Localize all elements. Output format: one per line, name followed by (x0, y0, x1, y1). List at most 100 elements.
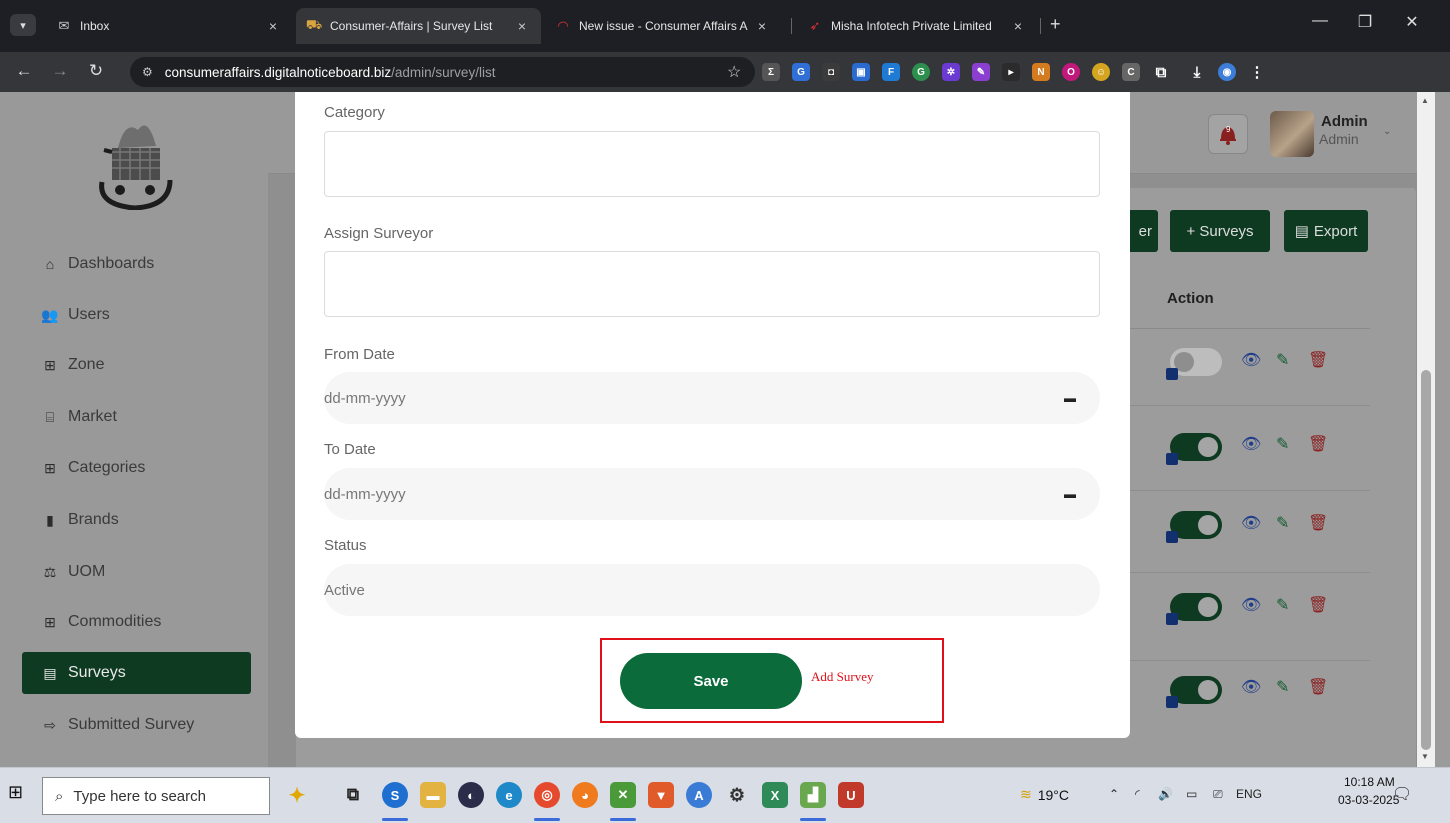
notification-bell-button[interactable]: 9 (1208, 114, 1248, 154)
sidebar-item-uom[interactable]: ⚖ UOM (40, 551, 250, 593)
chevron-down-icon[interactable]: ⌄ (1383, 126, 1391, 137)
sidebar-item-dashboards[interactable]: ⌂ Dashboards (40, 243, 250, 285)
notification-center-icon[interactable]: 🗨 (1392, 784, 1414, 806)
copy-square-icon[interactable] (1166, 613, 1178, 625)
avatar[interactable] (1270, 111, 1314, 157)
settings-gear-icon[interactable]: ⚙ (724, 782, 750, 808)
tab-close-icon[interactable]: × (753, 18, 771, 34)
chrome-icon[interactable]: ◎ (534, 782, 560, 808)
delete-trash-icon[interactable]: 🗑 (1308, 434, 1328, 454)
sidebar-item-commodities[interactable]: ⊞ Commodities (40, 601, 250, 643)
sidebar-item-submitted-survey[interactable]: ⇨ Submitted Survey (40, 704, 250, 746)
edit-pencil-icon[interactable]: ✎ (1276, 677, 1289, 697)
copy-square-icon[interactable] (1166, 453, 1178, 465)
profile-avatar-icon[interactable]: ◉ (1218, 63, 1236, 81)
site-settings-icon[interactable]: ⚙ (142, 65, 153, 79)
tab-survey-list[interactable]: ⛟ Consumer-Affairs | Survey List × (296, 8, 541, 44)
edge-icon[interactable]: e (496, 782, 522, 808)
view-eye-icon[interactable]: 👁 (1241, 434, 1261, 454)
status-toggle[interactable] (1166, 593, 1222, 625)
copy-square-icon[interactable] (1166, 368, 1178, 380)
file-explorer-icon[interactable]: ▬ (420, 782, 446, 808)
view-eye-icon[interactable]: 👁 (1241, 513, 1261, 533)
window-close-icon[interactable]: ✕ (1392, 12, 1432, 32)
calendar-icon[interactable]: ▬ (1064, 487, 1076, 501)
clock-time[interactable]: 10:18 AM (1344, 775, 1395, 789)
page-scrollbar[interactable]: ▲ ▼ (1417, 92, 1435, 767)
status-select[interactable]: Active (324, 564, 1100, 616)
sidebar-item-brands[interactable]: ▮ Brands (40, 499, 250, 541)
form-filler-extension-icon[interactable]: F (882, 63, 900, 81)
tab-search-chevron-icon[interactable]: ▾ (10, 14, 36, 36)
new-tab-plus-icon[interactable]: + (1050, 14, 1061, 35)
new-badge-extension-icon[interactable]: N (1032, 63, 1050, 81)
calendar-icon[interactable]: ▬ (1064, 391, 1076, 405)
screen-capture-extension-icon[interactable]: ◘ (822, 63, 840, 81)
view-eye-icon[interactable]: 👁 (1241, 677, 1261, 697)
chart-app-icon[interactable]: ▟ (800, 782, 826, 808)
excel-icon[interactable]: X (762, 782, 788, 808)
copy-square-icon[interactable] (1166, 696, 1178, 708)
grammar-extension-icon[interactable]: G (912, 63, 930, 81)
scrollbar-thumb[interactable] (1421, 370, 1431, 750)
gear-extension-icon[interactable]: ✲ (942, 63, 960, 81)
reload-icon[interactable]: ↻ (84, 61, 108, 81)
url-field[interactable]: ⚙ consumeraffairs.digitalnoticeboard.biz… (130, 57, 755, 87)
tab-inbox[interactable]: ✉ Inbox × (46, 8, 292, 44)
sidebar-item-categories[interactable]: ⊞ Categories (40, 447, 250, 489)
scroll-up-arrow-icon[interactable]: ▲ (1421, 96, 1429, 105)
crx-extension-icon[interactable]: C (1122, 63, 1140, 81)
sticky-app-icon[interactable]: ✕ (610, 782, 636, 808)
translate-extension-icon[interactable]: G (792, 63, 810, 81)
input-language[interactable]: ENG (1236, 787, 1262, 801)
delete-trash-icon[interactable]: 🗑 (1308, 513, 1328, 533)
app-store-icon[interactable]: A (686, 782, 712, 808)
tab-close-icon[interactable]: × (1009, 18, 1027, 34)
status-toggle[interactable] (1166, 676, 1222, 708)
sidebar-item-surveys[interactable]: ▤ Surveys (22, 652, 251, 694)
back-arrow-icon[interactable]: ← (12, 61, 36, 81)
cursor-extension-icon[interactable]: ▸ (1002, 63, 1020, 81)
assign-surveyor-field[interactable] (324, 251, 1100, 317)
status-toggle[interactable] (1166, 511, 1222, 543)
edit-pencil-icon[interactable]: ✎ (1276, 350, 1289, 370)
delete-trash-icon[interactable]: 🗑 (1308, 350, 1328, 370)
eclipse-icon[interactable]: ◐ (458, 782, 484, 808)
pen-input-icon[interactable]: ⎚ (1213, 787, 1223, 802)
tab-misha-infotech[interactable]: ➶ Misha Infotech Private Limited × (797, 8, 1037, 44)
firefox-icon[interactable]: ◕ (572, 782, 598, 808)
emoji-extension-icon[interactable]: ☺ (1092, 63, 1110, 81)
sidebar-item-users[interactable]: 👥 Users (40, 294, 250, 336)
tab-close-icon[interactable]: × (513, 18, 531, 34)
sigma-extension-icon[interactable]: Σ (762, 63, 780, 81)
brave-icon[interactable]: ▼ (648, 782, 674, 808)
weather-widget[interactable]: ≋ 19°C (1020, 786, 1069, 803)
export-button[interactable]: ▤ Export (1284, 210, 1368, 252)
restore-icon[interactable]: ❐ (1345, 12, 1385, 32)
scroll-down-arrow-icon[interactable]: ▼ (1421, 752, 1429, 761)
bookmark-star-icon[interactable]: ☆ (727, 62, 741, 82)
task-view-icon[interactable]: ⧉ (340, 782, 366, 808)
category-field[interactable] (324, 131, 1100, 197)
volume-icon[interactable]: 🔊 (1158, 787, 1173, 801)
delete-trash-icon[interactable]: 🗑 (1308, 595, 1328, 615)
tab-new-issue[interactable]: ◠ New issue - Consumer Affairs A × (545, 8, 781, 44)
download-icon[interactable]: ⤓ (1188, 63, 1206, 81)
clock-date[interactable]: 03-03-2025 (1338, 793, 1399, 807)
mcafee-icon[interactable]: U (838, 782, 864, 808)
from-date-input[interactable]: dd-mm-yyyy ▬ (324, 372, 1100, 424)
sidebar-item-zone[interactable]: ⊞ Zone (40, 344, 250, 386)
add-surveys-button[interactable]: + Surveys (1170, 210, 1270, 252)
sidebar-item-market[interactable]: ⌸ Market (40, 396, 250, 438)
windows-start-icon[interactable]: ⊞ (8, 782, 23, 803)
taskbar-search-input[interactable]: ⌕ Type here to search (42, 777, 270, 815)
minimize-icon[interactable]: — (1300, 12, 1340, 30)
delete-trash-icon[interactable]: 🗑 (1308, 677, 1328, 697)
status-toggle[interactable] (1166, 348, 1222, 380)
forward-arrow-icon[interactable]: → (48, 61, 72, 81)
view-eye-icon[interactable]: 👁 (1241, 350, 1261, 370)
battery-icon[interactable]: ▭ (1186, 787, 1197, 801)
browser-menu-icon[interactable]: ⋮ (1248, 63, 1266, 81)
pen-extension-icon[interactable]: ✎ (972, 63, 990, 81)
status-toggle[interactable] (1166, 433, 1222, 465)
